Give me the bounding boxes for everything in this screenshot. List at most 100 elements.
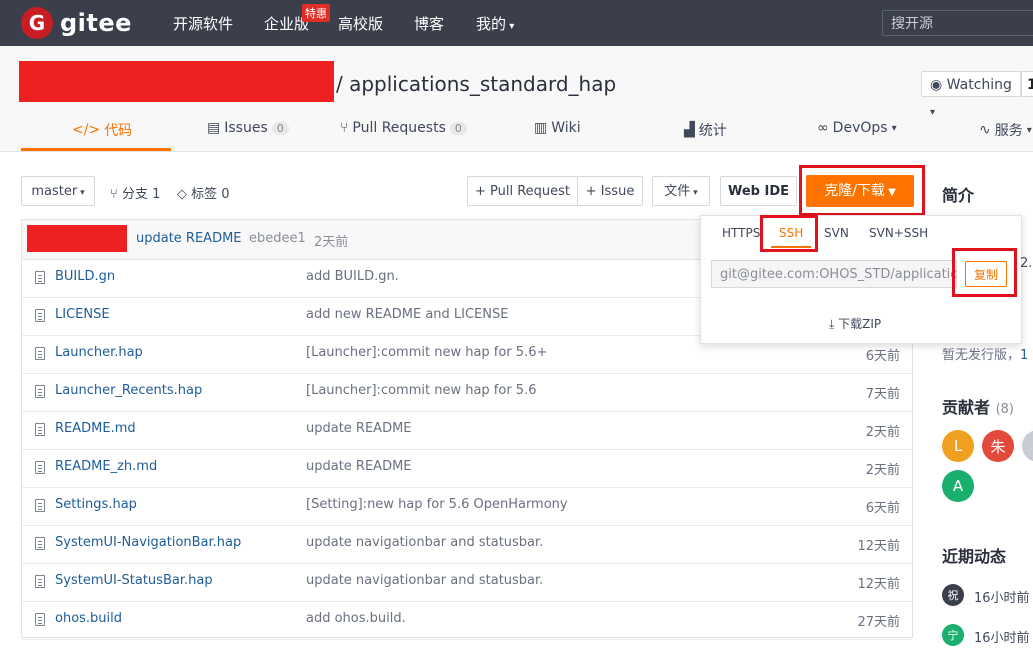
- redacted-owner: [19, 61, 334, 102]
- file-commit-message[interactable]: [Launcher]:commit new hap for 5.6+: [306, 345, 547, 360]
- file-name[interactable]: SystemUI-StatusBar.hap: [55, 573, 213, 588]
- chevron-down-icon: ▾: [77, 188, 85, 198]
- new-pull-request-button[interactable]: + Pull Request: [467, 176, 578, 206]
- table-row[interactable]: Settings.hap [Setting]:new hap for 5.6 Op…: [22, 487, 912, 526]
- pr-count: 0: [449, 121, 467, 135]
- avatar[interactable]: 祝: [942, 584, 964, 606]
- file-commit-message[interactable]: [Setting]:new hap for 5.6 OpenHarmony: [306, 497, 568, 512]
- download-zip-link[interactable]: ⤓ 下载ZIP: [829, 315, 881, 332]
- tab-wiki[interactable]: ▥ Wiki: [534, 120, 581, 136]
- file-name[interactable]: Launcher_Recents.hap: [55, 383, 202, 398]
- nav-mine[interactable]: 我的 ▾: [476, 13, 514, 34]
- file-commit-message[interactable]: update README: [306, 459, 412, 474]
- web-ide-button[interactable]: Web IDE: [720, 176, 797, 206]
- file-commit-message[interactable]: update navigationbar and statusbar.: [306, 573, 543, 588]
- highlight-copy: [952, 248, 1017, 297]
- avatar[interactable]: [1022, 430, 1033, 462]
- activity-item[interactable]: 16小时前: [974, 627, 1030, 646]
- branches-link[interactable]: ⑂ 分支 1: [110, 183, 160, 202]
- activity-item[interactable]: 16小时前: [974, 587, 1030, 606]
- table-row[interactable]: SystemUI-NavigationBar.hap update navigat…: [22, 525, 912, 564]
- nav-blog[interactable]: 博客: [414, 13, 444, 34]
- tab-issues[interactable]: ▤ Issues 0: [207, 120, 289, 136]
- tab-code[interactable]: </> 代码: [72, 120, 132, 140]
- gitee-logo[interactable]: G gitee: [21, 7, 132, 39]
- table-row[interactable]: SystemUI-StatusBar.hap update navigationb…: [22, 563, 912, 602]
- tab-pull-requests[interactable]: ⑂ Pull Requests 0: [340, 120, 467, 136]
- file-icon: [35, 575, 45, 588]
- table-row[interactable]: ohos.build add ohos.build. 27天前: [22, 601, 912, 640]
- file-time: 7天前: [865, 387, 900, 402]
- intro-title: 简介: [942, 186, 975, 205]
- file-name[interactable]: Launcher.hap: [55, 345, 143, 360]
- file-time: 2天前: [865, 463, 900, 478]
- file-time: 12天前: [857, 577, 900, 592]
- avatar[interactable]: A: [942, 470, 974, 502]
- book-icon: ▥: [534, 120, 548, 136]
- clone-url-field[interactable]: git@gitee.com:OHOS_STD/application: [711, 260, 957, 288]
- contributors-title: 贡献者 (8): [942, 394, 1014, 418]
- tab-svn[interactable]: SVN: [824, 226, 849, 240]
- tag-icon: ◇: [177, 187, 192, 202]
- tags-label: 标签 0: [191, 187, 230, 202]
- commit-message[interactable]: update README: [136, 231, 242, 246]
- search-input[interactable]: 搜开源: [882, 10, 1033, 36]
- tab-services[interactable]: ∿ 服务 ▾: [979, 120, 1032, 140]
- tags-link[interactable]: ◇ 标签 0: [177, 183, 230, 202]
- file-name[interactable]: SystemUI-NavigationBar.hap: [55, 535, 241, 550]
- table-row[interactable]: README.md update README 2天前: [22, 411, 912, 450]
- nav-mine-label: 我的: [476, 15, 507, 33]
- commit-author[interactable]: ebedee1: [249, 231, 306, 246]
- file-commit-message[interactable]: update navigationbar and statusbar.: [306, 535, 543, 550]
- file-time: 6天前: [865, 501, 900, 516]
- table-row[interactable]: Launcher_Recents.hap [Launcher]:commit ne…: [22, 373, 912, 412]
- repo-title[interactable]: / applications_standard_hap: [336, 72, 616, 96]
- new-issue-button[interactable]: + Issue: [577, 176, 643, 206]
- file-name[interactable]: LICENSE: [55, 307, 110, 322]
- tab-issues-label: Issues: [224, 120, 268, 136]
- chevron-down-icon: ▾: [506, 21, 515, 32]
- avatar[interactable]: 朱: [982, 430, 1014, 462]
- file-commit-message[interactable]: [Launcher]:commit new hap for 5.6: [306, 383, 536, 398]
- pulse-icon: ∿: [979, 122, 991, 138]
- nav-open-source[interactable]: 开源软件: [173, 13, 233, 34]
- file-icon: [35, 537, 45, 550]
- tab-services-label: 服务: [994, 123, 1023, 139]
- file-name[interactable]: Settings.hap: [55, 497, 137, 512]
- file-commit-message[interactable]: update README: [306, 421, 412, 436]
- watch-button[interactable]: ◉ Watching ▾: [921, 71, 1021, 118]
- files-label: 文件: [664, 184, 691, 199]
- avatar[interactable]: 宁: [942, 624, 964, 646]
- contributors-count: (8): [995, 402, 1015, 417]
- top-nav: G gitee 开源软件 企业版 特惠 高校版 博客 我的 ▾ 搜开源: [0, 0, 1033, 46]
- files-button[interactable]: 文件 ▾: [652, 176, 710, 206]
- chevron-down-icon: ▾: [690, 188, 698, 198]
- tab-devops[interactable]: ∞ DevOps ▾: [817, 120, 897, 136]
- branch-select[interactable]: master ▾: [21, 176, 95, 206]
- logo-text: gitee: [60, 9, 132, 37]
- watch-count[interactable]: 1: [1021, 71, 1033, 97]
- file-commit-message[interactable]: add ohos.build.: [306, 611, 406, 626]
- file-name[interactable]: ohos.build: [55, 611, 122, 626]
- eye-icon: ◉: [930, 77, 943, 93]
- tab-devops-label: DevOps: [832, 120, 888, 136]
- tab-svn-ssh[interactable]: SVN+SSH: [869, 226, 928, 240]
- file-name[interactable]: BUILD.gn: [55, 269, 115, 284]
- branch-name: master: [31, 184, 78, 199]
- highlight-ssh: [760, 215, 818, 252]
- issues-count: 0: [271, 121, 289, 135]
- file-name[interactable]: README_zh.md: [55, 459, 157, 474]
- tab-https[interactable]: HTTPS: [722, 226, 760, 240]
- commit-time: 2天前: [314, 235, 349, 250]
- file-name[interactable]: README.md: [55, 421, 136, 436]
- avatar[interactable]: L: [942, 430, 974, 462]
- file-icon: [35, 347, 45, 360]
- tab-stats[interactable]: ▟ 统计: [684, 120, 727, 140]
- nav-campus[interactable]: 高校版: [338, 13, 383, 34]
- file-commit-message[interactable]: add BUILD.gn.: [306, 269, 399, 284]
- active-tab-indicator: [21, 148, 171, 151]
- table-row[interactable]: README_zh.md update README 2天前: [22, 449, 912, 488]
- chart-icon: ▟: [684, 122, 695, 138]
- file-commit-message[interactable]: add new README and LICENSE: [306, 307, 508, 322]
- chevron-down-icon: ▾: [891, 122, 897, 134]
